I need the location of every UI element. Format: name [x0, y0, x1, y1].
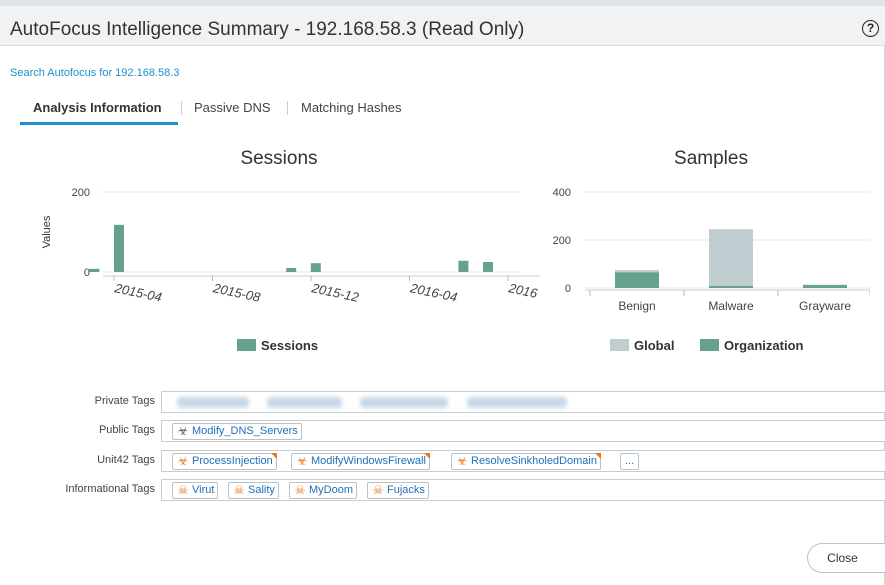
- private-tags-label: Private Tags: [94, 395, 155, 407]
- unit42-tag-chip[interactable]: ☣ ModifyWindowsFirewall: [291, 453, 430, 470]
- samples-y-tick-label: 0: [565, 283, 571, 295]
- close-button[interactable]: Close: [807, 543, 885, 573]
- tag-name: Modify_DNS_Servers: [192, 425, 298, 437]
- sessions-bar: [458, 260, 469, 272]
- samples-legend-swatch-organization: [700, 339, 719, 351]
- samples-legend-swatch-global: [610, 339, 629, 351]
- tab-passive-dns[interactable]: Passive DNS: [194, 100, 271, 115]
- samples-legend-label-global: Global: [634, 338, 674, 353]
- private-tags-row: Private Tags: [0, 391, 885, 413]
- public-tags-label: Public Tags: [98, 424, 155, 436]
- tab-separator: [181, 101, 182, 115]
- informational-tag-chip[interactable]: ☠ Virut: [172, 482, 219, 499]
- samples-x-tick-label: Benign: [618, 299, 655, 313]
- samples-bar-global: [709, 229, 753, 288]
- tag-corner-flag: [270, 453, 277, 459]
- tag-corner-flag: [423, 453, 430, 459]
- malware-family-icon: ☠: [372, 483, 384, 497]
- samples-y-tick-label: 400: [553, 187, 571, 199]
- tag-name: Fujacks: [387, 484, 425, 496]
- unit42-tag-chip[interactable]: ☣ ResolveSinkholedDomain: [451, 453, 601, 470]
- redacted-tag: [360, 397, 448, 408]
- unit42-tags-row: Unit42 Tags ☣ ProcessInjection ☣ ModifyW…: [0, 450, 885, 472]
- sessions-bar: [114, 224, 124, 272]
- samples-chart: Samples 400 200 0 Benign Malware Grayware Globa…: [553, 148, 870, 353]
- more-tags-button[interactable]: ...: [620, 453, 640, 470]
- tag-name: Virut: [192, 484, 215, 496]
- informational-tag-chip[interactable]: ☠ MyDoom: [289, 482, 358, 499]
- samples-legend-label-organization: Organization: [724, 338, 804, 353]
- public-tags-field: ☣ Modify_DNS_Servers: [161, 420, 885, 442]
- samples-chart-title: Samples: [674, 148, 748, 169]
- samples-y-tick-label: 200: [553, 235, 571, 247]
- sessions-legend-label: Sessions: [261, 338, 318, 353]
- redacted-tag: [467, 397, 567, 408]
- tag-corner-flag: [594, 453, 601, 459]
- sessions-legend-swatch: [237, 339, 256, 351]
- sessions-y-tick-label: 0: [84, 267, 90, 279]
- malware-family-icon: ☠: [294, 483, 306, 497]
- unit42-tags-field: ☣ ProcessInjection ☣ ModifyWindowsFirewa…: [161, 450, 885, 472]
- samples-bar-organization: [803, 285, 847, 288]
- sessions-bar: [310, 263, 321, 272]
- tag-name: MyDoom: [309, 484, 354, 496]
- public-tag-chip[interactable]: ☣ Modify_DNS_Servers: [172, 423, 302, 440]
- search-autofocus-link[interactable]: Search Autofocus for 192.168.58.3: [10, 67, 179, 79]
- tag-name: ResolveSinkholedDomain: [471, 455, 597, 467]
- informational-tag-chip[interactable]: ☠ Sality: [228, 482, 279, 499]
- tag-name: ProcessInjection: [192, 455, 273, 467]
- tag-name: ModifyWindowsFirewall: [311, 455, 426, 467]
- private-tags-field: [161, 391, 885, 413]
- active-tab-indicator: [20, 122, 178, 125]
- sessions-x-tick-label: 2016: [506, 280, 539, 301]
- unit42-icon: ☣: [177, 454, 189, 468]
- informational-tags-field: ☠ Virut ☠ Sality ☠ MyDoom ☠ Fujacks: [161, 479, 885, 501]
- tab-matching-hashes[interactable]: Matching Hashes: [301, 100, 401, 115]
- redacted-tag: [267, 397, 342, 408]
- sessions-bar: [483, 262, 493, 272]
- informational-tag-chip[interactable]: ☠ Fujacks: [367, 482, 429, 499]
- biohazard-icon: ☣: [177, 424, 189, 438]
- sessions-x-tick-label: 2015-12: [309, 280, 361, 305]
- unit42-icon: ☣: [296, 454, 308, 468]
- malware-family-icon: ☠: [233, 483, 245, 497]
- tab-analysis-information[interactable]: Analysis Information: [33, 100, 162, 115]
- public-tags-row: Public Tags ☣ Modify_DNS_Servers: [0, 420, 885, 442]
- sessions-x-tick-label: 2015-08: [211, 280, 263, 305]
- samples-x-tick-label: Grayware: [799, 299, 851, 313]
- samples-bar-organization: [615, 272, 659, 288]
- sessions-y-tick-label: 200: [72, 187, 90, 199]
- malware-family-icon: ☠: [177, 483, 189, 497]
- help-icon[interactable]: ?: [862, 20, 879, 37]
- sessions-y-axis-label: Values: [41, 215, 53, 248]
- unit42-tag-chip[interactable]: ☣ ProcessInjection: [172, 453, 277, 470]
- sessions-bar: [286, 268, 297, 272]
- sessions-bar: [89, 268, 100, 272]
- sessions-x-tick-label: 2016-04: [408, 280, 459, 305]
- samples-bar-organization: [709, 286, 753, 288]
- informational-tags-label: Informational Tags: [65, 483, 155, 495]
- sessions-x-tick-label: 2015-04: [112, 280, 163, 305]
- sessions-chart: Sessions Values 200 0 2015-04 2015-08 2015-12 2…: [41, 148, 540, 353]
- dialog-titlebar: AutoFocus Intelligence Summary - 192.168…: [0, 0, 885, 46]
- unit42-icon: ☣: [456, 454, 468, 468]
- redacted-tag: [177, 397, 249, 408]
- samples-x-tick-label: Malware: [708, 299, 754, 313]
- sessions-chart-title: Sessions: [240, 148, 317, 169]
- informational-tags-row: Informational Tags ☠ Virut ☠ Sality ☠ My…: [0, 479, 885, 501]
- unit42-tags-label: Unit42 Tags: [97, 454, 155, 466]
- tag-name: Sality: [248, 484, 275, 496]
- dialog-title: AutoFocus Intelligence Summary - 192.168…: [10, 19, 525, 40]
- tab-separator: [287, 101, 288, 115]
